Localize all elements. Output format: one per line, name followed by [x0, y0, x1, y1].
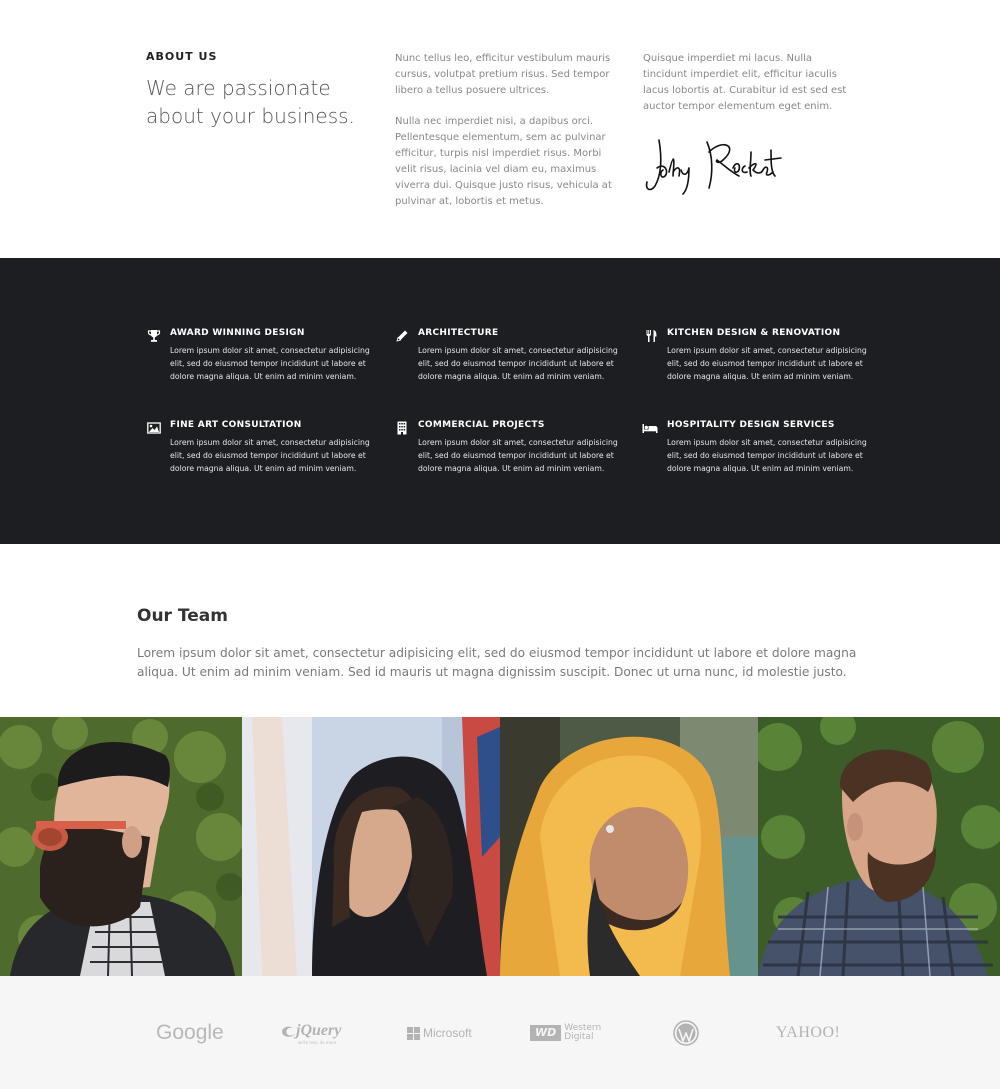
- cutlery-icon: [646, 330, 657, 342]
- about-paragraph: Nulla nec imperdiet nisi, a dapibus orci…: [395, 116, 612, 207]
- service-hospitality-design: HOSPITALITY DESIGN SERVICES Lorem ipsum …: [642, 419, 877, 475]
- service-description: Lorem ipsum dolor sit amet, consectetur …: [170, 438, 370, 473]
- service-title: AWARD WINNING DESIGN: [170, 328, 305, 338]
- jquery-logo: jQuery write less, do more.: [280, 1018, 341, 1048]
- wordpress-icon: [673, 1020, 699, 1046]
- service-architecture: ARCHITECTURE Lorem ipsum dolor sit amet,…: [396, 327, 628, 383]
- about-paragraph: Nunc tellus leo, efficitur vestibulum ma…: [395, 53, 611, 96]
- wd-line-2: Digital: [564, 1032, 594, 1042]
- signature: [645, 139, 782, 195]
- about-paragraph: Quisque imperdiet mi lacus. Nulla tincid…: [643, 53, 847, 112]
- western-digital-logo: WD Western Digital: [530, 1018, 601, 1048]
- service-title: FINE ART CONSULTATION: [170, 420, 302, 430]
- pencil-icon: [396, 330, 408, 342]
- client-logos: [0, 976, 1000, 1089]
- about-section: ABOUT US We are passionate about your bu…: [0, 0, 1000, 258]
- team-member-photo: [758, 717, 1000, 976]
- team-description: Lorem ipsum dolor sit amet, consectetur …: [137, 646, 857, 679]
- about-heading: We are passionate about your business.: [146, 76, 355, 128]
- about-column-right: Quisque imperdiet mi lacus. Nulla tincid…: [643, 51, 853, 130]
- service-commercial-projects: COMMERCIAL PROJECTS Lorem ipsum dolor si…: [397, 419, 628, 475]
- yahoo-logo-text: YAHOO!: [776, 1024, 841, 1041]
- service-title: KITCHEN DESIGN & RENOVATION: [667, 328, 841, 338]
- team-member-photo: [0, 717, 242, 976]
- wd-badge: WD: [530, 1025, 562, 1041]
- service-description: Lorem ipsum dolor sit amet, consectetur …: [418, 438, 618, 473]
- service-fine-art-consultation: FINE ART CONSULTATION Lorem ipsum dolor …: [147, 419, 380, 475]
- service-title: HOSPITALITY DESIGN SERVICES: [667, 420, 835, 430]
- jquery-tagline: write less, do more.: [298, 1039, 338, 1045]
- google-logo-text: Google: [156, 1021, 224, 1044]
- microsoft-windows-icon: [407, 1026, 420, 1040]
- team-section: Our Team Lorem ipsum dolor sit amet, con…: [137, 606, 867, 681]
- microsoft-logo-text: Microsoft: [423, 1026, 472, 1040]
- service-description: Lorem ipsum dolor sit amet, consectetur …: [418, 346, 618, 381]
- jquery-swirl-icon: [282, 1026, 295, 1037]
- yahoo-logo: YAHOO!: [776, 1018, 840, 1048]
- team-photos: [0, 717, 1000, 976]
- team-member-photo: [242, 717, 500, 976]
- about-column-middle: Nunc tellus leo, efficitur vestibulum ma…: [395, 51, 613, 225]
- picture-icon: [147, 422, 161, 434]
- wordpress-logo: [673, 1018, 699, 1048]
- jquery-logo-text: jQuery: [296, 1021, 342, 1039]
- service-description: Lorem ipsum dolor sit amet, consectetur …: [170, 346, 370, 381]
- service-title: COMMERCIAL PROJECTS: [418, 420, 545, 430]
- service-award-winning-design: AWARD WINNING DESIGN Lorem ipsum dolor s…: [147, 327, 380, 383]
- team-title: Our Team: [137, 606, 228, 626]
- microsoft-logo: Microsoft: [407, 1018, 472, 1048]
- about-label: ABOUT US: [146, 50, 218, 63]
- service-description: Lorem ipsum dolor sit amet, consectetur …: [667, 438, 867, 473]
- trophy-icon: [147, 330, 161, 342]
- service-title: ARCHITECTURE: [418, 328, 499, 338]
- team-member-photo: [500, 717, 758, 976]
- google-logo: Google: [156, 1018, 224, 1048]
- services-section: AWARD WINNING DESIGN Lorem ipsum dolor s…: [0, 258, 1000, 544]
- service-kitchen-design: KITCHEN DESIGN & RENOVATION Lorem ipsum …: [646, 327, 877, 383]
- service-description: Lorem ipsum dolor sit amet, consectetur …: [667, 346, 867, 381]
- building-icon: [397, 421, 407, 435]
- bed-icon: [642, 424, 658, 433]
